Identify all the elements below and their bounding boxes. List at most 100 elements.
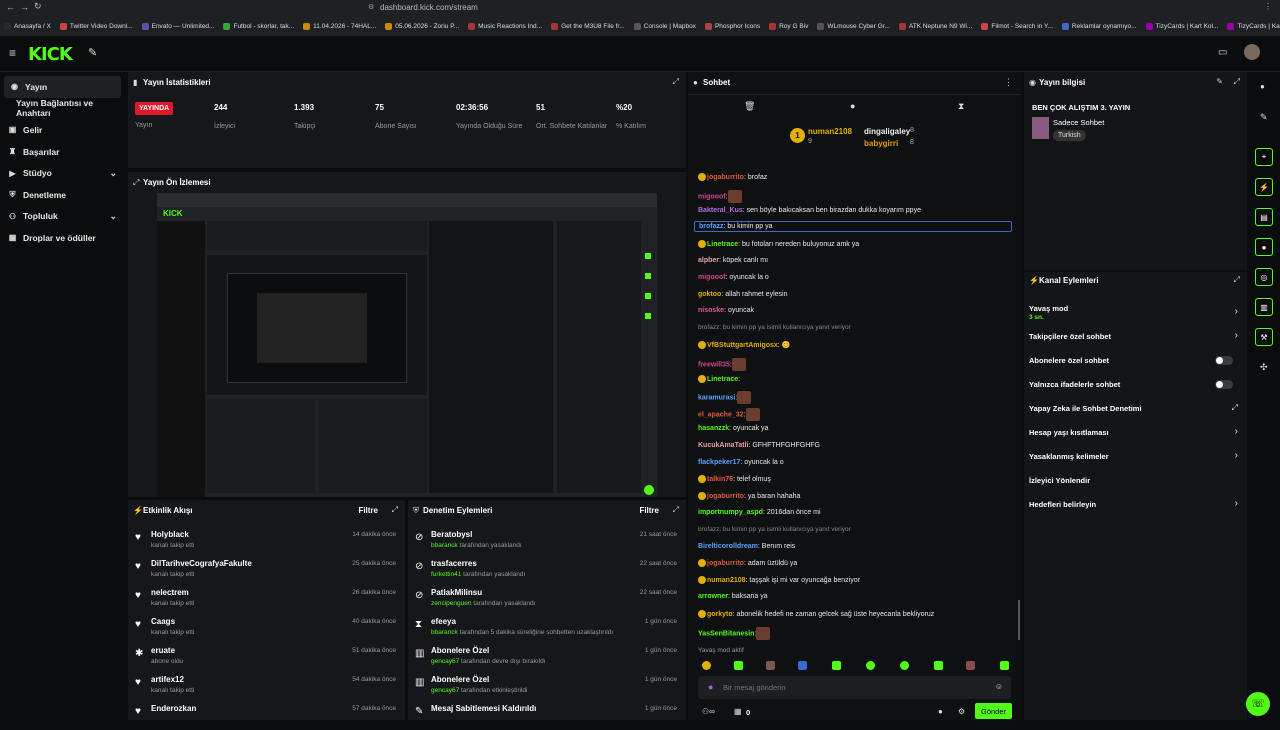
rail-button-chat[interactable]: ●	[1255, 238, 1273, 256]
avatar[interactable]	[1244, 44, 1260, 60]
top-gifter-2[interactable]: dingaligaley	[864, 127, 910, 136]
chat-username[interactable]: nisoske	[698, 307, 724, 314]
activity-row[interactable]: ♥ DilTarihveCografyaFakulte kanalı takip e…	[128, 556, 405, 585]
moderator-name[interactable]: gencay67	[431, 658, 459, 665]
bookmark-item[interactable]: ATK Neptune N9 Wi...	[898, 22, 972, 30]
channel-action-row[interactable]: Hesap yaşı kısıtlaması ›	[1024, 426, 1247, 450]
chevron-down-icon[interactable]: ⌄	[109, 211, 117, 222]
chat-username[interactable]: jogaburrito	[707, 493, 744, 500]
emote-icon[interactable]	[832, 661, 841, 670]
chat-message[interactable]: jogaburrito: adam üzüldü ya	[698, 559, 797, 568]
activity-username[interactable]: Enderozkan	[151, 704, 196, 713]
chat-message[interactable]: numan2108: taşşak işi mi var oyuncağa be…	[698, 576, 860, 585]
chat-message[interactable]: jogaburrito: brofaz	[698, 173, 767, 181]
activity-username[interactable]: artifex12	[151, 675, 184, 684]
forward-icon[interactable]: →	[20, 2, 29, 12]
chat-username[interactable]: YasSenBitanesin	[698, 630, 754, 637]
chat-username[interactable]: jogaburrito	[707, 560, 744, 567]
chat-menu-icon[interactable]: ⋮	[1004, 77, 1013, 88]
moderation-target[interactable]: efeeya	[431, 617, 456, 626]
edit-icon[interactable]: ✎	[1216, 77, 1223, 86]
hourglass-icon[interactable]: ⧗	[958, 101, 964, 112]
chat-username[interactable]: migooof	[698, 274, 726, 281]
emote-icon[interactable]	[702, 661, 711, 670]
chat-message[interactable]: arrowner: baksana ya	[698, 593, 768, 600]
chat-message[interactable]: importnumpy_aspd: 2016dan önce mi	[698, 509, 821, 516]
expand-icon[interactable]: ⤢	[1234, 275, 1240, 285]
moderation-target[interactable]: trasfacerres	[431, 559, 477, 568]
bookmark-item[interactable]: Get the M3U8 File fr...	[551, 22, 625, 30]
moderation-target[interactable]: Mesaj Sabitlemesi Kaldırıldı	[431, 704, 536, 713]
bookmark-item[interactable]: Reklamlar oynamıyo...	[1061, 22, 1137, 30]
emote-icon[interactable]	[900, 661, 909, 670]
chat-message[interactable]: nisoske: oyuncak	[698, 307, 754, 314]
bookmark-item[interactable]: Envato — Unlimited...	[141, 22, 214, 30]
toggle-switch[interactable]	[1215, 356, 1233, 365]
chat-username[interactable]: alpber	[698, 257, 719, 264]
chat-message[interactable]: el_apache_32:	[698, 408, 760, 422]
chat-username[interactable]: talkin76	[707, 476, 733, 483]
channel-action-row[interactable]: Abonelere özel sohbet	[1024, 356, 1247, 378]
chat-username[interactable]: KucukAmaTatli	[698, 442, 748, 449]
chat-username[interactable]: Birelticorolldream	[698, 543, 758, 550]
chat-scrollbar[interactable]	[1018, 600, 1020, 640]
bookmark-item[interactable]: TizyCards | Kart Kol...	[1227, 22, 1280, 30]
activity-row[interactable]: ♥ Enderozkan 57 dakika önce	[128, 701, 405, 730]
channel-action-row[interactable]: Takipçilere özel sohbet ›	[1024, 330, 1247, 354]
chevron-down-icon[interactable]: ⌄	[109, 168, 117, 179]
chat-message[interactable]: jogaburrito: ya baran hahaha	[698, 492, 800, 501]
chat-message[interactable]: KucukAmaTatli: GFHFTHFGHFGHFG	[698, 442, 820, 449]
activity-filter-button[interactable]: Filtre	[358, 506, 378, 515]
emote-icon[interactable]	[798, 661, 807, 670]
wallet-icon[interactable]: ▭	[1218, 47, 1227, 58]
chat-input-box[interactable]: ● ☺	[698, 676, 1011, 699]
chevron-right-icon[interactable]: ›	[1235, 450, 1238, 461]
chat-bubble-icon[interactable]: ●	[938, 707, 943, 716]
add-widget-icon[interactable]: ✣	[1260, 362, 1268, 373]
site-info-icon[interactable]: ⚙	[368, 3, 374, 11]
chat-message[interactable]: freewill35:	[698, 357, 746, 371]
channel-action-row[interactable]: İzleyici Yönlendir	[1024, 476, 1247, 498]
rail-button-document[interactable]: ▤	[1255, 208, 1273, 226]
chat-username[interactable]: arrowner	[698, 593, 728, 600]
menu-icon[interactable]: ⋮	[1264, 2, 1272, 11]
chevron-right-icon[interactable]: ›	[1235, 426, 1238, 437]
chat-input[interactable]	[723, 680, 983, 695]
bookmark-item[interactable]: Futbol - skorlar, tak...	[223, 22, 294, 30]
info-icon[interactable]: ●	[1260, 82, 1265, 91]
moderator-name[interactable]: bbaranck	[431, 629, 458, 636]
chat-message[interactable]: talkin76: telef olmuş	[698, 475, 771, 484]
chat-message[interactable]: YasSenBitanesin:	[698, 626, 771, 640]
moderator-name[interactable]: gencay67	[431, 687, 459, 694]
reload-icon[interactable]: ↻	[34, 1, 42, 12]
emote-icon[interactable]	[966, 661, 975, 670]
chat-username[interactable]: migooof	[698, 193, 726, 200]
emote-icon[interactable]	[934, 661, 943, 670]
bookmark-item[interactable]: 11.04.2026 - 74HAL...	[303, 22, 376, 30]
toggle-switch[interactable]	[1215, 380, 1233, 389]
sidebar-item-gelir[interactable]: ▣ Gelir	[0, 119, 127, 141]
emote-icon[interactable]	[866, 661, 875, 670]
moderation-row[interactable]: ▥ Abonelere Özel gencay67 tarafından etkin…	[408, 672, 686, 701]
chat-message[interactable]: alpber: köpek canlı mı	[698, 257, 768, 264]
expand-icon[interactable]: ⤢	[673, 505, 679, 515]
bookmark-item[interactable]: Anasayfa / X	[4, 22, 51, 30]
chat-message[interactable]: karamurasi:	[698, 391, 752, 405]
bookmark-item[interactable]: Console | Mapbox	[633, 22, 696, 30]
moderator-name[interactable]: zencipenguen	[431, 600, 471, 607]
chat-message[interactable]: migooof: oyuncak la o	[698, 274, 769, 281]
activity-row[interactable]: ♥ artifex12 kanalı takip etti 54 dakika önc…	[128, 672, 405, 701]
microphone-icon[interactable]: ●	[708, 682, 713, 692]
url-text[interactable]: dashboard.kick.com/stream	[380, 3, 478, 12]
moderation-row[interactable]: ✎ Mesaj Sabitlemesi Kaldırıldı 1 gün önce	[408, 701, 686, 730]
moderation-row[interactable]: ⊘ trasfacerres furkettin41 tarafından yasa…	[408, 556, 686, 585]
chevron-right-icon[interactable]: ›	[1235, 330, 1238, 341]
send-button[interactable]: Gönder	[975, 703, 1012, 719]
bookmark-item[interactable]: Music Reactions Ind...	[468, 22, 542, 30]
pencil-icon[interactable]: ✎	[1260, 112, 1268, 123]
activity-row[interactable]: ♥ nelectrem kanalı takip etti 26 dakika önc…	[128, 585, 405, 614]
activity-username[interactable]: eruate	[151, 646, 175, 655]
chat-username[interactable]: numan2108	[707, 577, 746, 584]
channel-action-row[interactable]: Yapay Zeka ile Sohbet Denetimi ⤢	[1024, 403, 1247, 426]
chat-username[interactable]: hasanzzk	[698, 425, 729, 432]
